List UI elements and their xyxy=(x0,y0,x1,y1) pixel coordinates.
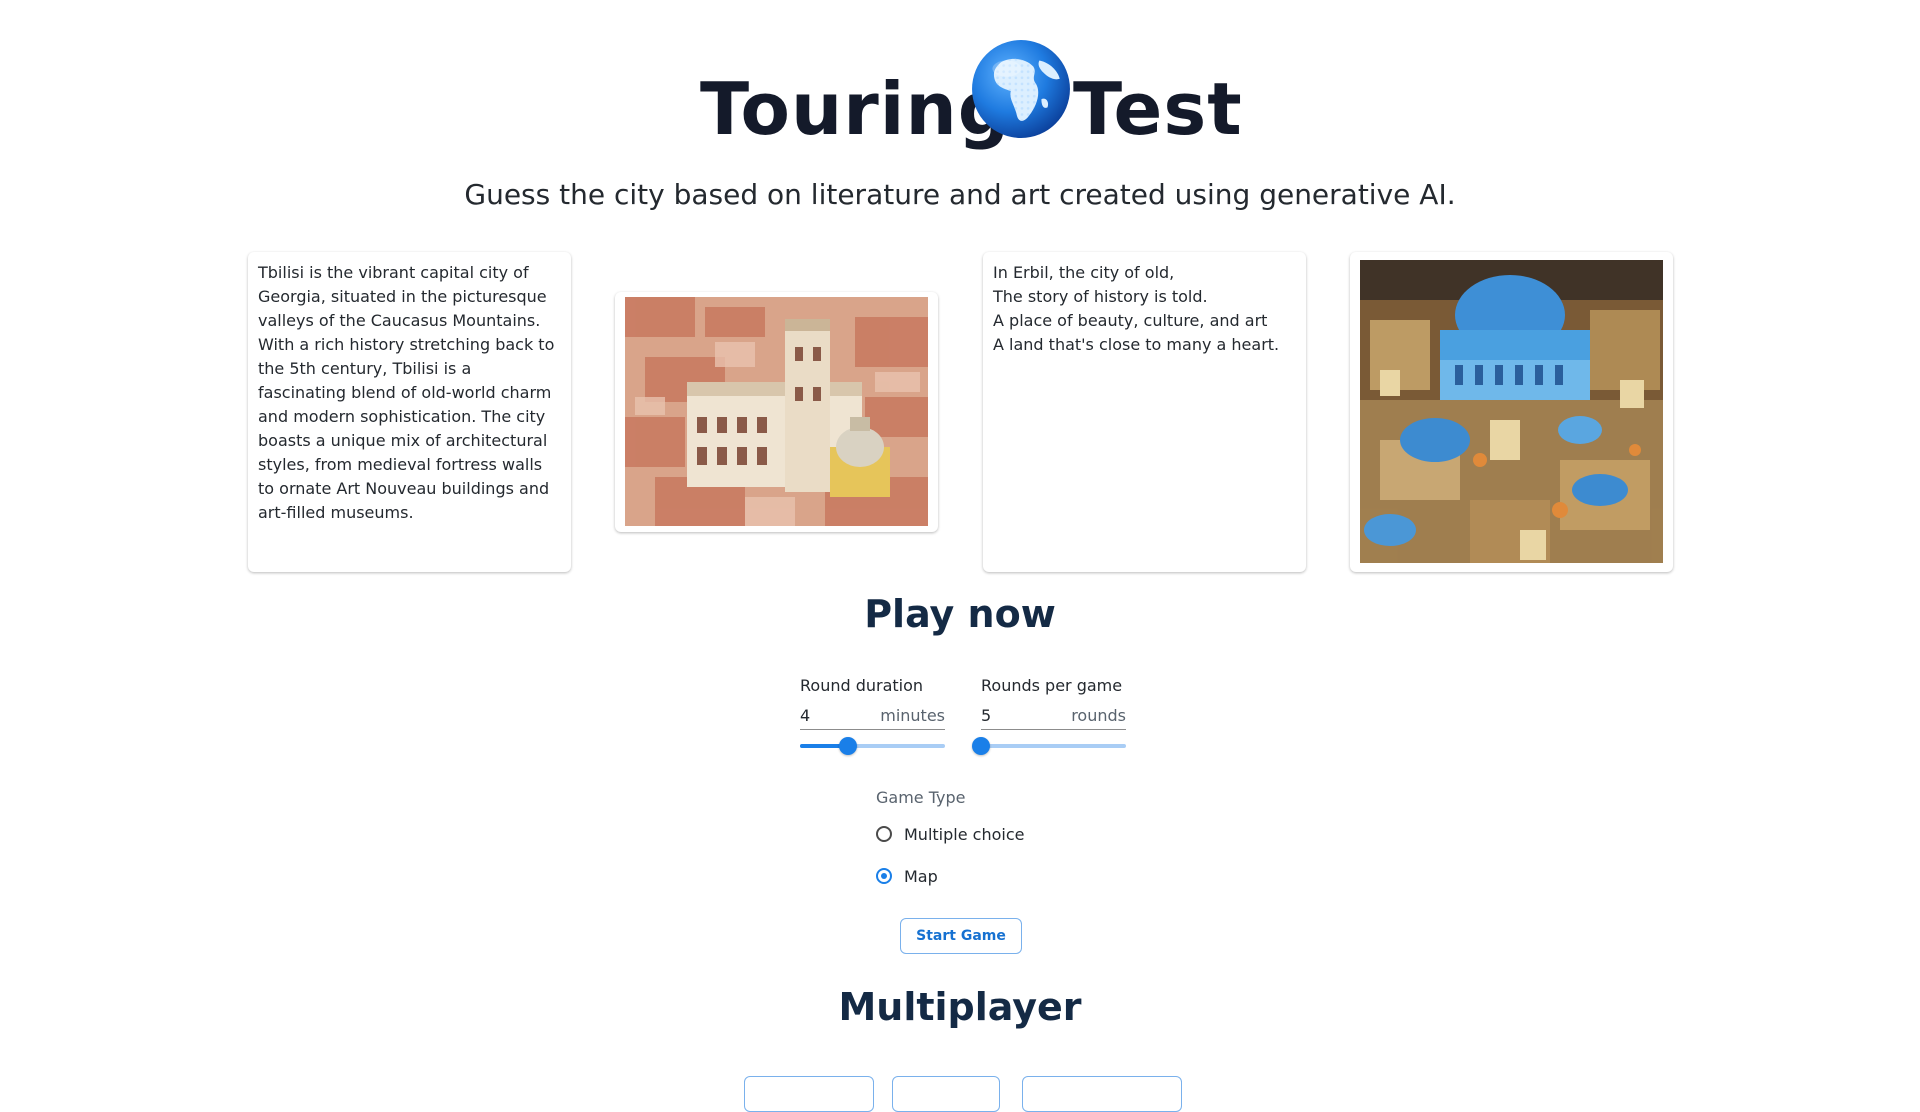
title-touring: Touring xyxy=(700,67,1011,151)
rounds-per-game-control: Rounds per game 5 rounds xyxy=(972,675,1126,756)
title-test: Test xyxy=(1073,67,1243,151)
game-type-label: Game Type xyxy=(876,788,966,807)
rounds-per-game-input[interactable]: 5 rounds xyxy=(981,703,1126,730)
city-painting-image xyxy=(625,297,928,526)
game-type-option-map[interactable]: Map xyxy=(876,855,1136,897)
radio-label-multiple-choice: Multiple choice xyxy=(904,824,1025,844)
rounds-per-game-slider[interactable] xyxy=(972,736,1126,756)
clue-card-image-painting xyxy=(615,292,938,532)
clue-card-poem-erbil: In Erbil, the city of old, The story of … xyxy=(983,252,1306,572)
round-duration-unit: minutes xyxy=(880,706,945,725)
start-game-button[interactable]: Start Game xyxy=(900,918,1022,954)
game-type-group: Game Type Multiple choice Map xyxy=(876,787,1136,897)
rounds-per-game-label: Rounds per game xyxy=(981,676,1123,695)
game-type-option-multiple-choice[interactable]: Multiple choice xyxy=(876,813,1136,855)
multiplayer-button-3[interactable] xyxy=(1022,1076,1182,1112)
subtitle: Guess the city based on literature and a… xyxy=(464,178,1456,211)
multiplayer-button-2[interactable] xyxy=(892,1076,1000,1112)
round-duration-input[interactable]: 4 minutes xyxy=(800,703,945,730)
radio-multiple-choice[interactable] xyxy=(876,826,892,842)
round-duration-value: 4 xyxy=(800,706,811,725)
clue-card-text-tbilisi: Tbilisi is the vibrant capital city of G… xyxy=(248,252,571,572)
rounds-per-game-unit: rounds xyxy=(1071,706,1126,725)
play-now-heading: Play now xyxy=(864,592,1056,636)
clue-text: Tbilisi is the vibrant capital city of G… xyxy=(258,263,555,522)
city-mosaic-image xyxy=(1360,260,1663,563)
globe-icon xyxy=(972,40,1070,138)
slider-thumb[interactable] xyxy=(972,737,990,755)
rounds-per-game-value: 5 xyxy=(981,706,992,725)
round-duration-control: Round duration 4 minutes xyxy=(800,675,945,756)
round-duration-label: Round duration xyxy=(800,676,924,695)
site-header: Touring Test xyxy=(0,38,1920,158)
radio-label-map: Map xyxy=(904,866,938,886)
multiplayer-button-1[interactable] xyxy=(744,1076,874,1112)
round-duration-slider[interactable] xyxy=(800,736,945,756)
multiplayer-heading: Multiplayer xyxy=(838,985,1082,1029)
slider-rail xyxy=(981,744,1126,748)
slider-thumb[interactable] xyxy=(838,737,857,755)
clue-card-image-mosaic xyxy=(1350,252,1673,572)
radio-map[interactable] xyxy=(876,868,892,884)
clue-poem: In Erbil, the city of old, The story of … xyxy=(993,263,1280,354)
